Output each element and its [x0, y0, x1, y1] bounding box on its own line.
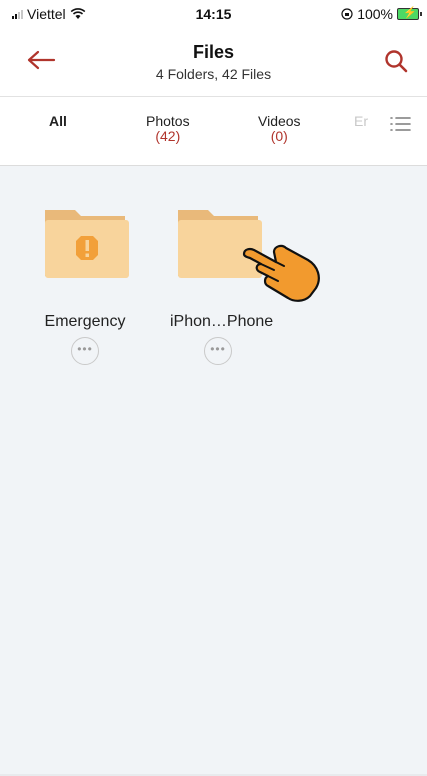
battery-charging-icon: ⚡ — [397, 7, 422, 20]
folder-item-emergency[interactable]: Emergency ••• — [37, 206, 133, 365]
tab-videos-count: (0) — [270, 128, 288, 144]
rotation-lock-icon — [341, 8, 353, 20]
tab-partial-label: Er — [354, 113, 368, 129]
tab-all-label: All — [49, 113, 67, 129]
more-options-button[interactable]: ••• — [204, 337, 232, 365]
filter-tabs: All Photos (42) Videos (0) Er — [0, 96, 427, 166]
header: Files 4 Folders, 42 Files — [0, 28, 427, 96]
pointing-hand-icon — [242, 244, 320, 302]
tab-videos[interactable]: Videos (0) — [258, 113, 301, 143]
page-title: Files — [192, 42, 235, 62]
search-icon[interactable] — [383, 48, 409, 74]
tab-all[interactable]: All — [49, 113, 67, 129]
tab-photos-label: Photos — [146, 113, 190, 129]
tab-partial[interactable]: Er — [354, 113, 368, 129]
list-view-icon[interactable] — [389, 114, 411, 134]
status-right: 100% ⚡ — [341, 6, 422, 22]
more-options-button[interactable]: ••• — [71, 337, 99, 365]
page-subtitle: 4 Folders, 42 Files — [155, 66, 272, 82]
battery-percent: 100% — [357, 6, 393, 22]
tab-videos-label: Videos — [258, 113, 301, 129]
warning-folder-icon — [45, 210, 129, 278]
folder-name: Emergency — [44, 313, 126, 330]
tab-photos-count: (42) — [155, 128, 181, 144]
folder-name: iPhon…Phone — [170, 313, 274, 330]
tab-photos[interactable]: Photos (42) — [146, 113, 190, 143]
status-bar: Viettel 14:15 100% ⚡ — [0, 0, 427, 28]
